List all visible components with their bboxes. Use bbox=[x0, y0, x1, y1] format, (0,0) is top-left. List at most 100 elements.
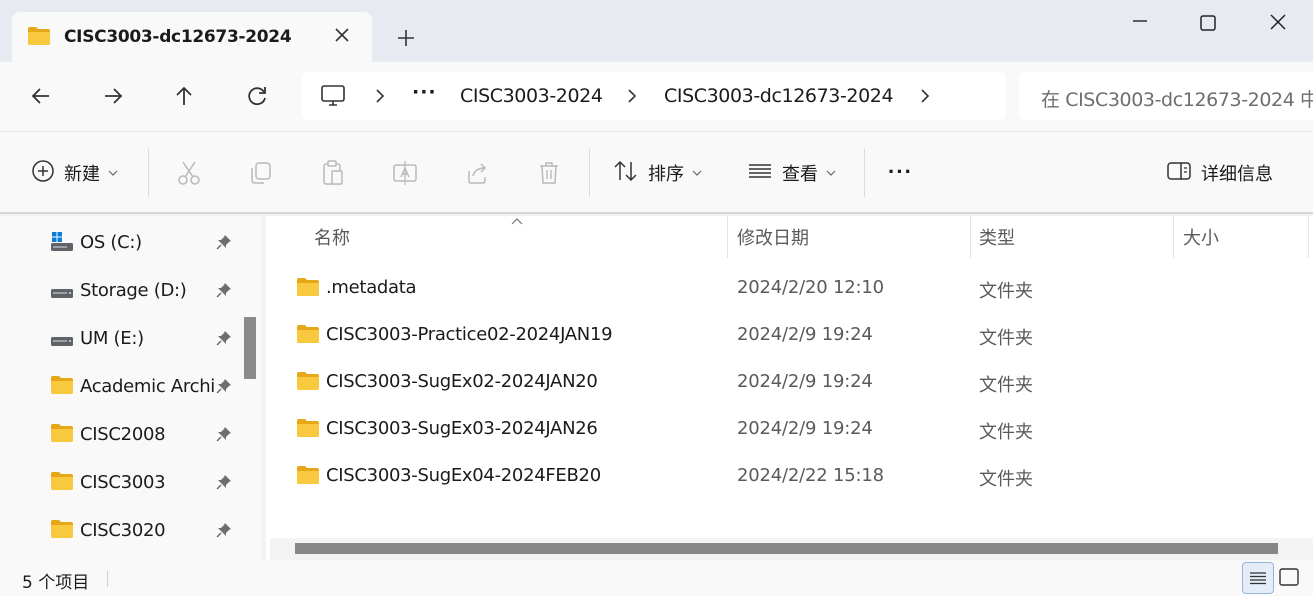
windows-drive-icon bbox=[50, 231, 74, 258]
maximize-icon[interactable] bbox=[1186, 10, 1230, 38]
horizontal-scrollbar[interactable] bbox=[270, 538, 1313, 560]
breadcrumb-overflow[interactable]: ··· bbox=[412, 81, 437, 103]
chevron-right-icon[interactable] bbox=[624, 87, 640, 105]
folder-icon bbox=[27, 26, 51, 51]
drive-icon bbox=[50, 279, 74, 306]
column-divider[interactable] bbox=[1173, 216, 1174, 258]
column-divider[interactable] bbox=[1308, 216, 1309, 258]
sidebar-item-label: CISC3020 bbox=[80, 520, 166, 541]
file-name: CISC3003-SugEx04-2024FEB20 bbox=[326, 465, 601, 486]
sidebar-item-os-c[interactable]: OS (C:) bbox=[50, 222, 250, 262]
view-button[interactable]: 查看 bbox=[747, 158, 836, 188]
more-options-icon[interactable]: ··· bbox=[888, 158, 916, 186]
pin-icon[interactable] bbox=[216, 522, 232, 538]
column-divider[interactable] bbox=[727, 216, 728, 258]
sidebar-item-cisc3003[interactable]: CISC3003 bbox=[50, 462, 250, 502]
file-row[interactable]: .metadata 2024/2/20 12:10 文件夹 bbox=[296, 265, 1296, 311]
pin-icon[interactable] bbox=[216, 474, 232, 490]
new-button[interactable]: 新建 bbox=[31, 158, 118, 188]
pin-icon[interactable] bbox=[216, 330, 232, 346]
sidebar-item-label: Storage (D:) bbox=[80, 280, 187, 301]
up-arrow-icon[interactable] bbox=[170, 82, 198, 110]
new-label: 新建 bbox=[64, 164, 100, 185]
tab-title: CISC3003-dc12673-2024 bbox=[64, 27, 292, 47]
column-header-type[interactable]: 类型 bbox=[979, 224, 1015, 250]
sidebar-item-label: OS (C:) bbox=[80, 232, 142, 253]
folder-icon bbox=[296, 324, 320, 349]
item-count: 5 个项目 bbox=[22, 573, 90, 593]
file-row[interactable]: CISC3003-Practice02-2024JAN19 2024/2/9 1… bbox=[296, 312, 1296, 358]
sidebar-item-academic-archive[interactable]: Academic Archive bbox=[50, 366, 250, 406]
navigation-pane: OS (C:) Storage (D:) UM (E:) Academic Ar… bbox=[0, 216, 262, 560]
new-tab-icon[interactable] bbox=[392, 24, 420, 52]
file-date: 2024/2/9 19:24 bbox=[737, 371, 873, 392]
refresh-icon[interactable] bbox=[243, 82, 271, 110]
column-header-size[interactable]: 大小 bbox=[1183, 224, 1219, 250]
folder-icon bbox=[296, 465, 320, 490]
file-row[interactable]: CISC3003-SugEx03-2024JAN26 2024/2/9 19:2… bbox=[296, 406, 1296, 452]
sort-arrows-icon bbox=[613, 159, 639, 188]
back-arrow-icon[interactable] bbox=[27, 82, 55, 110]
computer-icon[interactable] bbox=[320, 84, 346, 113]
pin-icon[interactable] bbox=[216, 426, 232, 442]
divider bbox=[107, 571, 108, 587]
column-header-name[interactable]: 名称 bbox=[314, 224, 350, 250]
status-bar: 5 个项目 bbox=[0, 560, 1313, 596]
address-bar[interactable]: ··· CISC3003-2024 CISC3003-dc12673-2024 bbox=[302, 72, 1006, 120]
forward-arrow-icon[interactable] bbox=[99, 82, 127, 110]
sidebar-item-label: Academic Archive bbox=[80, 376, 214, 397]
file-row[interactable]: CISC3003-SugEx04-2024FEB20 2024/2/22 15:… bbox=[296, 453, 1296, 499]
column-header-date[interactable]: 修改日期 bbox=[737, 224, 809, 250]
sort-button[interactable]: 排序 bbox=[613, 158, 702, 188]
tiles-view-icon[interactable] bbox=[1275, 562, 1307, 594]
chevron-right-icon[interactable] bbox=[372, 87, 388, 105]
breadcrumb-segment-current[interactable]: CISC3003-dc12673-2024 bbox=[664, 85, 894, 107]
pin-icon[interactable] bbox=[216, 282, 232, 298]
close-tab-icon[interactable] bbox=[332, 25, 352, 45]
close-window-icon[interactable] bbox=[1256, 10, 1300, 38]
file-type: 文件夹 bbox=[979, 469, 1033, 490]
file-date: 2024/2/22 15:18 bbox=[737, 465, 884, 486]
details-pane-button[interactable]: 详细信息 bbox=[1166, 158, 1273, 188]
view-lines-icon bbox=[747, 160, 773, 187]
search-placeholder: 在 CISC3003-dc12673-2024 中搜索 bbox=[1041, 89, 1313, 111]
file-row[interactable]: CISC3003-SugEx02-2024JAN20 2024/2/9 19:2… bbox=[296, 359, 1296, 405]
sidebar-item-um-e[interactable]: UM (E:) bbox=[50, 318, 250, 358]
sidebar-item-storage-d[interactable]: Storage (D:) bbox=[50, 270, 250, 310]
file-list: 名称 修改日期 类型 大小 .metadata 2024/2/20 12:10 … bbox=[266, 216, 1313, 560]
file-type: 文件夹 bbox=[979, 375, 1033, 396]
divider bbox=[148, 149, 149, 197]
file-date: 2024/2/9 19:24 bbox=[737, 418, 873, 439]
command-bar: 新建 排序 查看 ··· 详细信息 bbox=[0, 132, 1313, 214]
cut-icon[interactable] bbox=[175, 159, 203, 187]
navigation-bar: ··· CISC3003-2024 CISC3003-dc12673-2024 … bbox=[0, 62, 1313, 132]
details-view-icon[interactable] bbox=[1242, 562, 1274, 594]
pin-icon[interactable] bbox=[216, 378, 232, 394]
divider bbox=[864, 149, 865, 197]
folder-icon bbox=[296, 371, 320, 396]
paste-icon[interactable] bbox=[319, 159, 347, 187]
chevron-right-icon[interactable] bbox=[917, 87, 933, 105]
pin-icon[interactable] bbox=[216, 234, 232, 250]
sidebar-item-cisc3020[interactable]: CISC3020 bbox=[50, 510, 250, 550]
sidebar-scrollbar-thumb[interactable] bbox=[244, 317, 256, 379]
delete-icon[interactable] bbox=[535, 159, 563, 187]
search-input[interactable]: 在 CISC3003-dc12673-2024 中搜索 bbox=[1019, 72, 1313, 120]
rename-icon[interactable] bbox=[391, 159, 419, 187]
file-type: 文件夹 bbox=[979, 422, 1033, 443]
sidebar-item-cisc2008[interactable]: CISC2008 bbox=[50, 414, 250, 454]
column-divider[interactable] bbox=[970, 216, 971, 258]
sidebar-item-label: CISC2008 bbox=[80, 424, 166, 445]
breadcrumb-segment-parent[interactable]: CISC3003-2024 bbox=[460, 85, 603, 107]
horizontal-scrollbar-thumb[interactable] bbox=[295, 543, 1278, 554]
view-label: 查看 bbox=[782, 164, 818, 185]
file-type: 文件夹 bbox=[979, 281, 1033, 302]
minimize-icon[interactable] bbox=[1118, 10, 1162, 38]
share-icon[interactable] bbox=[463, 159, 491, 187]
copy-icon[interactable] bbox=[247, 159, 275, 187]
tab-current-folder[interactable]: CISC3003-dc12673-2024 bbox=[12, 12, 372, 62]
sidebar-item-label: CISC3003 bbox=[80, 472, 166, 493]
folder-icon bbox=[50, 471, 74, 496]
folder-icon bbox=[50, 375, 74, 400]
sort-label: 排序 bbox=[648, 164, 684, 185]
